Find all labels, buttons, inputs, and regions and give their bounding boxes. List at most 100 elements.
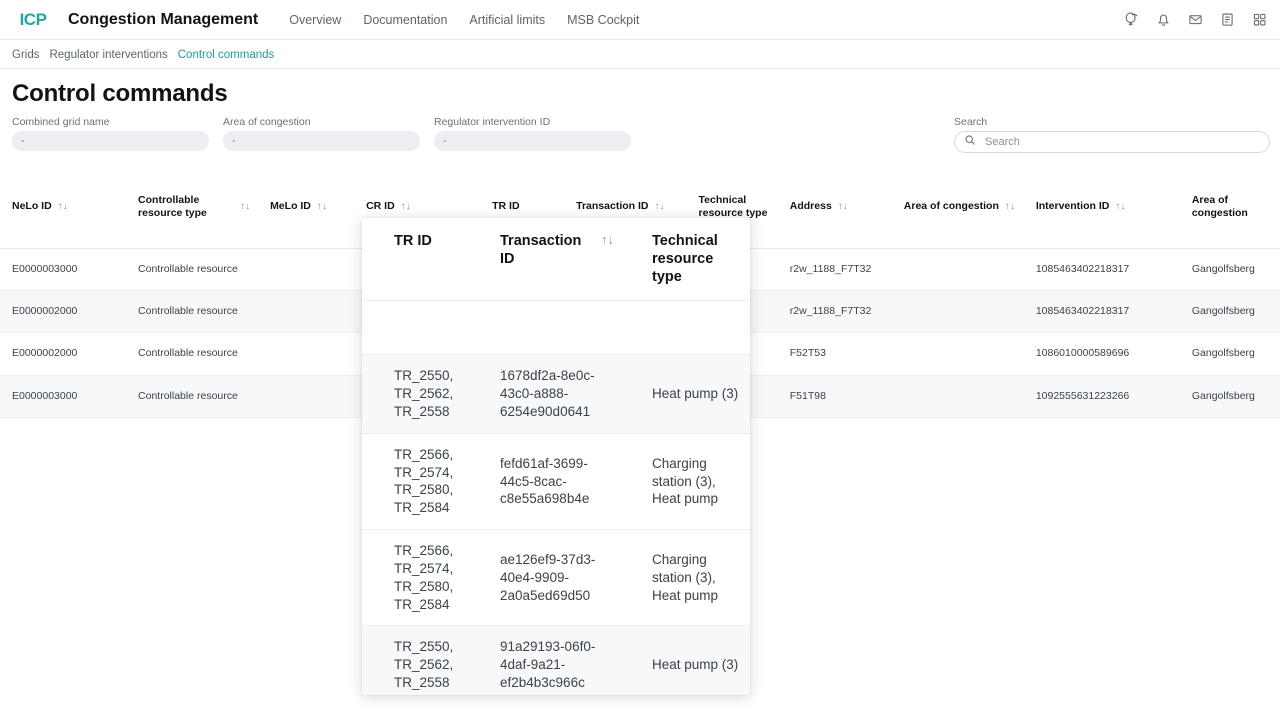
cell-controllable-resource-type: Controllable resource (126, 290, 259, 334)
cell-intervention-id: 1092555631223266 (1023, 375, 1180, 419)
grid-apps-icon[interactable] (1251, 11, 1268, 28)
cell-address: r2w_1188_F7T32 (777, 248, 892, 291)
breadcrumb-item-grids[interactable]: Grids (12, 49, 39, 61)
nav-item-documentation[interactable]: Documentation (352, 13, 458, 27)
cell-area-of-congestion-1 (891, 290, 1024, 334)
icp-logo[interactable]: ICP (12, 9, 54, 31)
sort-toggle-icon[interactable]: ↑↓ (1005, 201, 1015, 212)
overlay-cell-technical-resource-type: Charging station (3), Heat pump (620, 433, 750, 531)
nav-item-artificial-limits[interactable]: Artificial limits (458, 13, 556, 27)
cell-address: F52T53 (777, 332, 892, 376)
column-label: Address (789, 200, 832, 213)
overlay-cell-tr-id: TR_2566, TR_2574, TR_2580, TR_2584 (362, 529, 468, 627)
filter-regulator-intervention-id-select[interactable]: - (434, 131, 631, 151)
cell-intervention-id: 1085463402218317 (1023, 290, 1180, 334)
overlay-row[interactable]: TR_2566, TR_2574, TR_2580, TR_2584 ae126… (362, 529, 750, 627)
cell-nelo-id: E0000002000 (0, 332, 127, 376)
breadcrumb-item-control-commands[interactable]: Control commands (178, 49, 275, 61)
header-icon-group (1123, 11, 1268, 28)
column-label: Technical resource type (698, 193, 768, 219)
column-header-address[interactable]: Address ↑↓ (777, 166, 892, 249)
overlay-body: TR_2550, TR_2562, TR_2558 1678df2a-8e0c-… (362, 300, 750, 695)
search-box[interactable] (954, 131, 1270, 153)
search-input[interactable] (983, 135, 1260, 149)
cell-area-of-congestion-2: Gangolfsberg (1179, 248, 1280, 291)
filter-regulator-intervention-id: Regulator intervention ID - (434, 116, 631, 151)
overlay-cell-technical-resource-type (620, 300, 750, 356)
column-header-controllable-resource-type[interactable]: Controllable resource type ↑↓ (126, 166, 259, 249)
cell-nelo-id: E0000003000 (0, 375, 127, 419)
sort-toggle-icon[interactable]: ↑↓ (654, 201, 664, 212)
filter-area-of-congestion: Area of congestion - (223, 116, 420, 151)
mail-icon[interactable] (1187, 11, 1204, 28)
filter-label: Area of congestion (223, 116, 311, 128)
overlay-cell-technical-resource-type: Charging station (3), Heat pump (620, 529, 750, 627)
overlay-row[interactable] (362, 300, 750, 356)
nav-item-msb-cockpit[interactable]: MSB Cockpit (556, 13, 650, 27)
cell-controllable-resource-type: Controllable resource (126, 248, 259, 291)
overlay-column-header-transaction-id[interactable]: Transaction ID ↑↓ (468, 218, 620, 302)
sort-toggle-icon[interactable]: ↑↓ (601, 232, 614, 248)
overlay-row[interactable]: TR_2566, TR_2574, TR_2580, TR_2584 fefd6… (362, 433, 750, 531)
cell-nelo-id: E0000003000 (0, 248, 127, 291)
sort-toggle-icon[interactable]: ↑↓ (240, 201, 250, 212)
cell-nelo-id: E0000002000 (0, 290, 127, 334)
overlay-detail-table: TR ID Transaction ID ↑↓ Technical resourc… (362, 218, 750, 695)
cell-area-of-congestion-2: Gangolfsberg (1179, 290, 1280, 334)
overlay-column-header-technical-resource-type[interactable]: Technical resource type (620, 218, 750, 302)
bell-icon[interactable] (1155, 11, 1172, 28)
overlay-row[interactable]: TR_2550, TR_2562, TR_2558 91a29193-06f0-… (362, 625, 750, 695)
overlay-cell-tr-id: TR_2566, TR_2574, TR_2580, TR_2584 (362, 433, 468, 531)
overlay-cell-transaction-id: 91a29193-06f0-4daf-9a21-ef2b4b3c966c (468, 625, 620, 695)
breadcrumb-item-regulator-interventions[interactable]: Regulator interventions (49, 49, 167, 61)
column-label: Area of congestion (903, 200, 999, 213)
cell-area-of-congestion-2: Gangolfsberg (1179, 332, 1280, 376)
cell-intervention-id: 1085463402218317 (1023, 248, 1180, 291)
column-label: Controllable resource type (138, 193, 207, 219)
cell-controllable-resource-type: Controllable resource (126, 332, 259, 376)
column-header-melo-id[interactable]: MeLo ID ↑↓ (258, 166, 355, 249)
filter-label: Combined grid name (12, 116, 110, 128)
balloon-icon[interactable] (1123, 11, 1140, 28)
search-area: Search (954, 116, 1270, 153)
column-label: CR ID (366, 200, 395, 213)
column-label: NeLo ID (12, 200, 52, 213)
cell-address: r2w_1188_F7T32 (777, 290, 892, 334)
cell-area-of-congestion-2: Gangolfsberg (1179, 375, 1280, 419)
cell-controllable-resource-type: Controllable resource (126, 375, 259, 419)
cell-melo-id (258, 290, 355, 334)
column-label: Transaction ID (576, 200, 649, 213)
overlay-cell-tr-id (362, 300, 468, 356)
column-header-area-of-congestion-1[interactable]: Area of congestion ↑↓ (891, 166, 1024, 249)
overlay-cell-tr-id: TR_2550, TR_2562, TR_2558 (362, 354, 468, 434)
sort-toggle-icon[interactable]: ↑↓ (1115, 201, 1125, 212)
expanded-columns-overlay-panel[interactable]: TR ID Transaction ID ↑↓ Technical resourc… (362, 218, 750, 695)
breadcrumb: Grids Regulator interventions Control co… (0, 41, 1280, 69)
sort-toggle-icon[interactable]: ↑↓ (58, 201, 68, 212)
overlay-cell-tr-id: TR_2550, TR_2562, TR_2558 (362, 625, 468, 695)
column-label: Area of congestion (1191, 193, 1248, 219)
column-header-nelo-id[interactable]: NeLo ID ↑↓ (0, 166, 127, 249)
filter-combined-grid-name-select[interactable]: - (12, 131, 209, 151)
sort-toggle-icon[interactable]: ↑↓ (838, 201, 848, 212)
column-label: MeLo ID (270, 200, 311, 213)
overlay-cell-technical-resource-type: Heat pump (3) (620, 625, 750, 695)
cell-melo-id (258, 375, 355, 419)
overlay-cell-technical-resource-type: Heat pump (3) (620, 354, 750, 434)
search-label: Search (954, 116, 988, 128)
column-header-intervention-id[interactable]: Intervention ID ↑↓ (1023, 166, 1180, 249)
column-header-area-of-congestion-2[interactable]: Area of congestion↑↓ (1179, 166, 1280, 249)
page-title: Control commands (12, 80, 228, 107)
search-icon (964, 133, 976, 151)
cell-address: F51T98 (777, 375, 892, 419)
filter-area-of-congestion-select[interactable]: - (223, 131, 420, 151)
overlay-row[interactable]: TR_2550, TR_2562, TR_2558 1678df2a-8e0c-… (362, 354, 750, 434)
overlay-column-header-tr-id[interactable]: TR ID (362, 218, 468, 302)
overlay-cell-transaction-id: 1678df2a-8e0c-43c0-a888-6254e90d0641 (468, 354, 620, 434)
sort-toggle-icon[interactable]: ↑↓ (401, 201, 411, 212)
document-icon[interactable] (1219, 11, 1236, 28)
cell-melo-id (258, 248, 355, 291)
sort-toggle-icon[interactable]: ↑↓ (317, 201, 327, 212)
nav-item-overview[interactable]: Overview (278, 13, 352, 27)
primary-nav: Overview Documentation Artificial limits… (278, 13, 650, 27)
